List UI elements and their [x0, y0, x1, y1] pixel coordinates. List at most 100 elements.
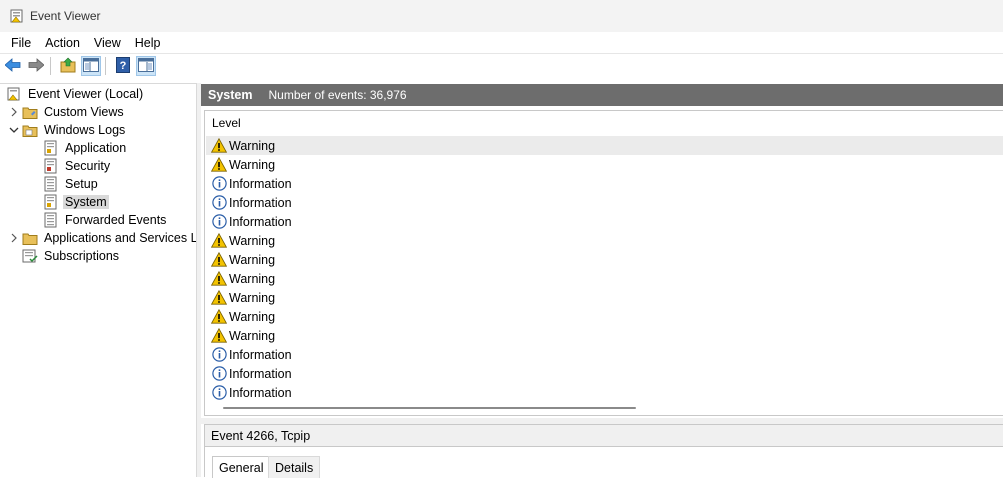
- event-title: Event 4266, Tcpip: [211, 428, 311, 443]
- warning-icon: [211, 309, 227, 325]
- table-row[interactable]: Information: [206, 345, 1003, 364]
- tree-item-label: Custom Views: [44, 105, 124, 119]
- title-bar: Event Viewer: [0, 0, 1003, 32]
- tree-item-label: System: [63, 195, 109, 209]
- forward-icon: [28, 57, 45, 75]
- event-level: Warning: [229, 309, 276, 324]
- event-level: Warning: [229, 328, 276, 343]
- warning-icon: [211, 138, 227, 154]
- toolbar: ?: [0, 53, 1003, 78]
- chevron-right-icon[interactable]: [8, 106, 20, 118]
- log-header: System Number of events: 36,976: [201, 84, 1003, 106]
- column-header-level[interactable]: Level: [212, 116, 241, 130]
- tree-item-root[interactable]: Event Viewer (Local): [6, 85, 145, 103]
- event-viewer-icon: [6, 86, 22, 102]
- event-level: Warning: [229, 157, 276, 172]
- warning-icon: [211, 233, 227, 249]
- table-row[interactable]: Warning: [206, 326, 1003, 345]
- tree-item-system[interactable]: System: [43, 193, 109, 211]
- table-row[interactable]: Warning: [206, 288, 1003, 307]
- log-icon: [43, 212, 59, 228]
- chevron-right-icon[interactable]: [8, 232, 20, 244]
- event-level: Information: [229, 347, 292, 362]
- show-hide-tree-button[interactable]: [81, 56, 101, 76]
- table-row[interactable]: Warning: [206, 269, 1003, 288]
- table-row[interactable]: Warning: [206, 250, 1003, 269]
- table-row[interactable]: Warning: [206, 155, 1003, 174]
- table-row[interactable]: Information: [206, 212, 1003, 231]
- event-level: Information: [229, 366, 292, 381]
- event-details-header: Event 4266, Tcpip: [205, 425, 1003, 447]
- table-row[interactable]: Warning: [206, 136, 1003, 155]
- event-level: Information: [229, 214, 292, 229]
- warning-icon: [211, 252, 227, 268]
- menu-bar: File Action View Help: [0, 32, 1003, 53]
- menu-action[interactable]: Action: [38, 36, 87, 50]
- menu-file[interactable]: File: [4, 36, 38, 50]
- table-row[interactable]: Information: [206, 174, 1003, 193]
- console-tree: Event Viewer (Local) Custom Views Window…: [0, 83, 197, 477]
- toolbar-separator: [105, 57, 106, 75]
- warning-icon: [211, 328, 227, 344]
- tree-item-label: Setup: [65, 177, 98, 191]
- information-icon: [211, 176, 227, 192]
- horizontal-scrollbar[interactable]: [223, 407, 636, 409]
- back-icon: [4, 57, 21, 75]
- event-level: Warning: [229, 233, 276, 248]
- tree-item-subscriptions[interactable]: Subscriptions: [22, 247, 121, 265]
- information-icon: [211, 366, 227, 382]
- chevron-down-icon[interactable]: [8, 124, 20, 136]
- menu-help[interactable]: Help: [128, 36, 168, 50]
- help-button[interactable]: ?: [113, 56, 133, 76]
- show-hide-action-pane-button[interactable]: [136, 56, 156, 76]
- table-row[interactable]: Warning: [206, 231, 1003, 250]
- event-count: Number of events: 36,976: [268, 88, 407, 102]
- event-level: Warning: [229, 138, 276, 153]
- window-title: Event Viewer: [30, 9, 101, 23]
- tree-item-forwarded-events[interactable]: Forwarded Events: [43, 211, 168, 229]
- log-icon: [43, 194, 59, 210]
- event-viewer-app-icon: [10, 9, 24, 23]
- tab-details[interactable]: Details: [268, 456, 321, 478]
- log-icon: [43, 176, 59, 192]
- tab-general[interactable]: General: [212, 456, 271, 478]
- folder-icon: [22, 104, 38, 120]
- help-icon: ?: [116, 56, 130, 76]
- tree-item-label: Windows Logs: [44, 123, 126, 137]
- log-icon: [43, 158, 59, 174]
- subscriptions-icon: [22, 248, 38, 264]
- event-level: Warning: [229, 252, 276, 267]
- back-button[interactable]: [3, 56, 23, 76]
- tree-item-label: Application: [65, 141, 127, 155]
- tree-item-applications-and-services[interactable]: Applications and Services Lo: [8, 229, 197, 247]
- tree-item-label: Subscriptions: [44, 249, 120, 263]
- table-row[interactable]: Information: [206, 193, 1003, 212]
- folder-icon: [22, 230, 38, 246]
- tree-item-custom-views[interactable]: Custom Views: [8, 103, 126, 121]
- table-row[interactable]: Information: [206, 383, 1003, 402]
- tree-item-windows-logs[interactable]: Windows Logs: [8, 121, 127, 139]
- show-hide-tree-icon: [83, 57, 99, 75]
- up-folder-icon: [60, 57, 76, 76]
- menu-view[interactable]: View: [87, 36, 128, 50]
- information-icon: [211, 385, 227, 401]
- events-list: Level Warning Warning Information Informati…: [204, 110, 1003, 416]
- tree-item-label: Applications and Services Lo: [44, 231, 197, 245]
- log-icon: [43, 140, 59, 156]
- event-details-pane: Event 4266, Tcpip General Details: [204, 424, 1003, 478]
- tree-item-label: Security: [65, 159, 111, 173]
- event-level: Information: [229, 176, 292, 191]
- tree-item-setup[interactable]: Setup: [43, 175, 100, 193]
- event-level: Information: [229, 195, 292, 210]
- tree-item-application[interactable]: Application: [43, 139, 128, 157]
- information-icon: [211, 195, 227, 211]
- information-icon: [211, 214, 227, 230]
- table-row[interactable]: Information: [206, 364, 1003, 383]
- event-level: Information: [229, 385, 292, 400]
- table-row[interactable]: Warning: [206, 307, 1003, 326]
- up-folder-button[interactable]: [58, 56, 78, 76]
- tree-item-security[interactable]: Security: [43, 157, 112, 175]
- forward-button[interactable]: [26, 56, 46, 76]
- show-hide-action-pane-icon: [138, 57, 154, 75]
- folder-icon: [22, 122, 38, 138]
